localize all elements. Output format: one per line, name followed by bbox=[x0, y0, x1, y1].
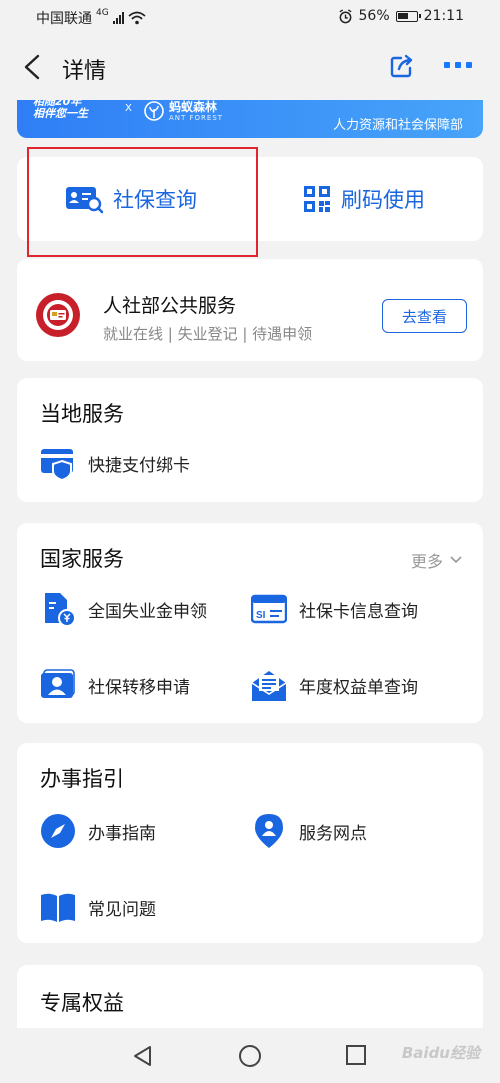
status-bar: 中国联通 4G 56% 21:11 bbox=[0, 0, 500, 34]
national-services-card: 国家服务 更多 全国失业金申领 SI 社保卡信息查询 社保转移申请 年度权益单查… bbox=[17, 523, 483, 723]
svg-text:SI: SI bbox=[256, 610, 266, 621]
service-outlets-item[interactable]: 服务网点 bbox=[251, 813, 367, 849]
annual-statement-item[interactable]: 年度权益单查询 bbox=[251, 667, 418, 703]
si-card-info-item[interactable]: SI 社保卡信息查询 bbox=[251, 591, 418, 627]
guide-title: 办事指引 bbox=[40, 767, 124, 791]
banner-partner-sub: ANT FOREST bbox=[169, 114, 224, 122]
local-services-card: 当地服务 快捷支付绑卡 bbox=[17, 378, 483, 502]
transfer-application-item[interactable]: 社保转移申请 bbox=[40, 667, 190, 703]
watermark: Baidu经验 bbox=[401, 1044, 480, 1062]
unemployment-benefit-item[interactable]: 全国失业金申领 bbox=[40, 591, 207, 627]
si-card-info-label: 社保卡信息查询 bbox=[299, 601, 418, 622]
nav-home-circle-icon[interactable] bbox=[238, 1044, 262, 1068]
more-link[interactable]: 更多 bbox=[411, 548, 463, 572]
battery-icon bbox=[395, 10, 421, 22]
chevron-down-icon bbox=[450, 556, 462, 564]
highlight-box bbox=[27, 147, 258, 257]
public-service-card[interactable]: 人社部公共服务 就业在线 | 失业登记 | 待遇申领 去查看 bbox=[17, 259, 483, 361]
banner-partner-name: 蚂蚁森林 bbox=[169, 100, 218, 114]
document-yuan-icon bbox=[45, 593, 76, 627]
more-menu-icon[interactable] bbox=[444, 62, 472, 68]
si-card-icon: SI bbox=[251, 594, 287, 624]
battery-percent: 56% bbox=[358, 8, 390, 24]
scan-code-button[interactable]: 刷码使用 bbox=[303, 157, 425, 241]
more-label: 更多 bbox=[410, 552, 443, 571]
banner-slogan: 相随20年 相伴您一生 bbox=[33, 100, 88, 120]
share-icon[interactable] bbox=[388, 52, 416, 80]
navigation-bar: 详情 bbox=[0, 34, 500, 100]
national-services-title: 国家服务 bbox=[40, 547, 124, 571]
person-card-icon bbox=[41, 669, 75, 698]
carrier-label: 中国联通 bbox=[36, 11, 92, 27]
scan-code-label: 刷码使用 bbox=[341, 188, 425, 212]
card-shield-icon bbox=[41, 449, 73, 481]
book-icon bbox=[41, 893, 75, 922]
network-type: 4G bbox=[96, 8, 109, 18]
banner-org: 人力资源和社会保障部 bbox=[332, 118, 463, 133]
banner-x: X bbox=[125, 103, 132, 114]
clock: 21:11 bbox=[423, 8, 464, 24]
alarm-icon bbox=[339, 8, 352, 23]
page-title: 详情 bbox=[62, 59, 107, 84]
public-service-title: 人社部公共服务 bbox=[103, 295, 237, 317]
system-nav-bar: Baidu经验 bbox=[0, 1028, 500, 1083]
promo-banner[interactable]: 相随20年 相伴您一生 X 蚂蚁森林 ANT FOREST 人力资源和社会保障部 bbox=[17, 100, 483, 138]
service-guide-label: 办事指南 bbox=[88, 823, 156, 844]
envelope-document-icon bbox=[251, 671, 287, 701]
compass-icon bbox=[41, 814, 75, 848]
faq-item[interactable]: 常见问题 bbox=[40, 889, 156, 925]
transfer-application-label: 社保转移申请 bbox=[88, 677, 190, 698]
annual-statement-label: 年度权益单查询 bbox=[299, 677, 418, 698]
view-button[interactable]: 去查看 bbox=[382, 299, 467, 333]
quick-pay-bind-card-label: 快捷支付绑卡 bbox=[88, 455, 190, 476]
location-pin-icon bbox=[255, 814, 283, 848]
signal-icon bbox=[112, 12, 124, 24]
back-arrow-icon[interactable] bbox=[18, 52, 48, 82]
nav-recents-square-icon[interactable] bbox=[345, 1044, 367, 1066]
guide-card: 办事指引 办事指南 服务网点 常见问题 bbox=[17, 743, 483, 943]
wifi-icon bbox=[128, 11, 146, 25]
unemployment-benefit-label: 全国失业金申领 bbox=[88, 601, 207, 622]
service-guide-item[interactable]: 办事指南 bbox=[40, 813, 156, 849]
ant-forest-logo-icon bbox=[144, 101, 164, 121]
public-service-subtitle: 就业在线 | 失业登记 | 待遇申领 bbox=[103, 325, 313, 343]
qr-code-icon bbox=[304, 186, 330, 212]
faq-label: 常见问题 bbox=[88, 899, 156, 920]
quick-pay-bind-card-item[interactable]: 快捷支付绑卡 bbox=[40, 445, 190, 481]
exclusive-benefits-title: 专属权益 bbox=[40, 991, 124, 1015]
nav-back-triangle-icon[interactable] bbox=[131, 1044, 155, 1068]
local-services-title: 当地服务 bbox=[40, 402, 124, 426]
social-security-card-logo-icon bbox=[36, 293, 80, 337]
service-outlets-label: 服务网点 bbox=[299, 823, 367, 844]
